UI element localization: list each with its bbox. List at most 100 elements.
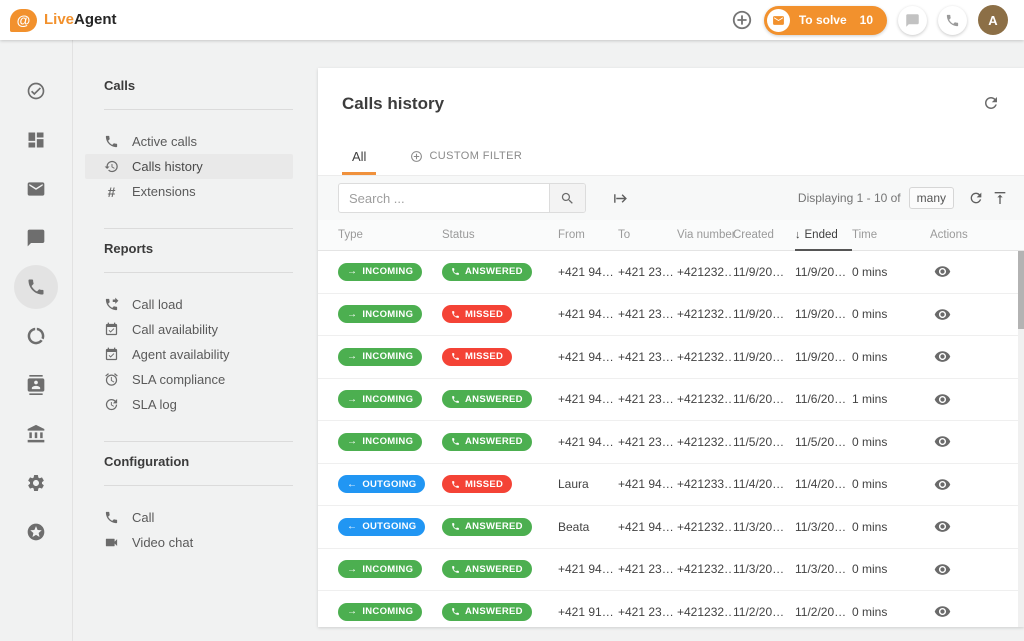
- time-cell: 0 mins: [852, 350, 930, 364]
- sidebar-item-call-availability[interactable]: Call availability: [85, 317, 293, 342]
- sidebar-item-video-chat[interactable]: Video chat: [85, 530, 293, 555]
- section-divider: [104, 109, 293, 110]
- scrollbar-thumb[interactable]: [1018, 251, 1024, 329]
- search-input[interactable]: [339, 184, 549, 212]
- calendar-check-icon: [104, 347, 119, 362]
- table-row[interactable]: →INCOMINGANSWERED+421 94…+421 23…+421232…: [318, 421, 1024, 464]
- calls-button[interactable]: [938, 6, 967, 35]
- created-cell: 11/6/20…: [733, 392, 795, 406]
- refresh-panel-button[interactable]: [982, 94, 1000, 112]
- rail-dashboard-button[interactable]: [14, 118, 58, 162]
- mail-icon: [772, 14, 785, 27]
- videocam-icon: [104, 535, 119, 550]
- column-label: Ended: [805, 229, 838, 241]
- alarm-icon: [104, 372, 119, 387]
- to-cell: +421 23…: [618, 265, 677, 279]
- column-header-type[interactable]: Type: [338, 220, 442, 250]
- rail-check-circle-button[interactable]: [14, 69, 58, 113]
- add-new-button[interactable]: [731, 9, 753, 31]
- direction-arrow-icon: →: [347, 564, 357, 575]
- ended-cell: 11/4/20…: [795, 477, 852, 491]
- tab-all[interactable]: All: [342, 140, 376, 175]
- phone-icon: [451, 395, 460, 404]
- eye-icon: [934, 348, 951, 365]
- view-call-button[interactable]: [934, 433, 951, 450]
- count-box[interactable]: many: [909, 187, 954, 209]
- rail-mail-button[interactable]: [14, 167, 58, 211]
- sidebar-section: CallsActive callsCalls history#Extension…: [73, 76, 318, 204]
- table-row[interactable]: ←OUTGOINGANSWEREDBeata+421 94…+421232…11…: [318, 506, 1024, 549]
- sidebar-item-call-load[interactable]: Call load: [85, 292, 293, 317]
- column-header-actions[interactable]: Actions: [930, 220, 1010, 250]
- column-header-status[interactable]: Status: [442, 220, 558, 250]
- via-number-cell: +421232…: [677, 435, 733, 449]
- rail-bank-button[interactable]: [14, 412, 58, 456]
- column-header-to[interactable]: To: [618, 220, 677, 250]
- time-cell: 0 mins: [852, 605, 930, 619]
- liveagent-logo[interactable]: @ LiveAgent: [10, 9, 117, 32]
- table-row[interactable]: →INCOMINGANSWERED+421 91…+421 23…+421232…: [318, 591, 1024, 627]
- calls-history-panel: Calls history AllCUSTOM FILTER Displayin…: [318, 68, 1024, 627]
- created-cell: 11/9/20…: [733, 350, 795, 364]
- column-header-from[interactable]: From: [558, 220, 618, 250]
- app-root: @ LiveAgent To solve 10 A CallsActive ca…: [0, 0, 1024, 641]
- scroll-top-button[interactable]: [992, 190, 1008, 206]
- created-cell: 11/2/20…: [733, 605, 795, 619]
- table-row[interactable]: →INCOMINGMISSED+421 94…+421 23…+421232…1…: [318, 336, 1024, 379]
- rail-gear-button[interactable]: [14, 461, 58, 505]
- tab-custom-filter[interactable]: CUSTOM FILTER: [400, 140, 532, 175]
- view-call-button[interactable]: [934, 561, 951, 578]
- view-call-button[interactable]: [934, 603, 951, 620]
- to-solve-button[interactable]: To solve 10: [764, 6, 887, 35]
- sidebar-item-sla-compliance[interactable]: SLA compliance: [85, 367, 293, 392]
- sort-arrow-icon: ↓: [795, 229, 801, 241]
- rail-chat-button[interactable]: [14, 216, 58, 260]
- via-number-cell: +421232…: [677, 392, 733, 406]
- sidebar-item-call[interactable]: Call: [85, 505, 293, 530]
- status-badge: ANSWERED: [442, 390, 532, 408]
- rail-ring-button[interactable]: [14, 314, 58, 358]
- view-call-button[interactable]: [934, 391, 951, 408]
- column-label: From: [558, 229, 585, 241]
- sidebar-item-active-calls[interactable]: Active calls: [85, 129, 293, 154]
- table-row[interactable]: →INCOMINGANSWERED+421 94…+421 23…+421232…: [318, 251, 1024, 294]
- to-cell: +421 23…: [618, 392, 677, 406]
- time-cell: 1 mins: [852, 392, 930, 406]
- skip-forward-button[interactable]: [612, 190, 629, 207]
- from-cell: +421 94…: [558, 350, 618, 364]
- view-call-button[interactable]: [934, 518, 951, 535]
- rail-phone-button[interactable]: [14, 265, 58, 309]
- search-button[interactable]: [549, 184, 585, 212]
- sidebar-item-extensions[interactable]: #Extensions: [85, 179, 293, 204]
- avatar[interactable]: A: [978, 5, 1008, 35]
- status-badge: ANSWERED: [442, 518, 532, 536]
- mail-icon: [26, 179, 46, 199]
- direction-label: INCOMING: [362, 436, 413, 447]
- sidebar-item-sla-log[interactable]: SLA log: [85, 392, 293, 417]
- ended-cell: 11/9/20…: [795, 307, 852, 321]
- direction-badge: →INCOMING: [338, 433, 422, 451]
- view-call-button[interactable]: [934, 476, 951, 493]
- refresh-list-button[interactable]: [968, 190, 984, 206]
- column-header-created[interactable]: Created: [733, 220, 795, 250]
- table-row[interactable]: →INCOMINGMISSED+421 94…+421 23…+421232…1…: [318, 294, 1024, 337]
- view-call-button[interactable]: [934, 306, 951, 323]
- table-row[interactable]: →INCOMINGANSWERED+421 94…+421 23…+421232…: [318, 379, 1024, 422]
- column-header-time[interactable]: Time: [852, 220, 930, 250]
- rail-star-button[interactable]: [14, 510, 58, 554]
- arrow-from-bar-icon: [612, 190, 629, 207]
- status-label: ANSWERED: [465, 606, 523, 617]
- column-header-ended[interactable]: ↓ Ended: [795, 221, 852, 251]
- sidebar-item-calls-history[interactable]: Calls history: [85, 154, 293, 179]
- table-row[interactable]: →INCOMINGANSWERED+421 94…+421 23…+421232…: [318, 549, 1024, 592]
- rail-contacts-button[interactable]: [14, 363, 58, 407]
- direction-label: INCOMING: [362, 394, 413, 405]
- view-call-button[interactable]: [934, 263, 951, 280]
- table-row[interactable]: ←OUTGOINGMISSEDLaura+421 94…+421233…11/4…: [318, 464, 1024, 507]
- table-scrollbar[interactable]: [1018, 251, 1024, 627]
- column-header-via-number[interactable]: Via number: [677, 220, 733, 250]
- view-call-button[interactable]: [934, 348, 951, 365]
- hash-icon: #: [104, 184, 119, 200]
- sidebar-item-agent-availability[interactable]: Agent availability: [85, 342, 293, 367]
- chats-button[interactable]: [898, 6, 927, 35]
